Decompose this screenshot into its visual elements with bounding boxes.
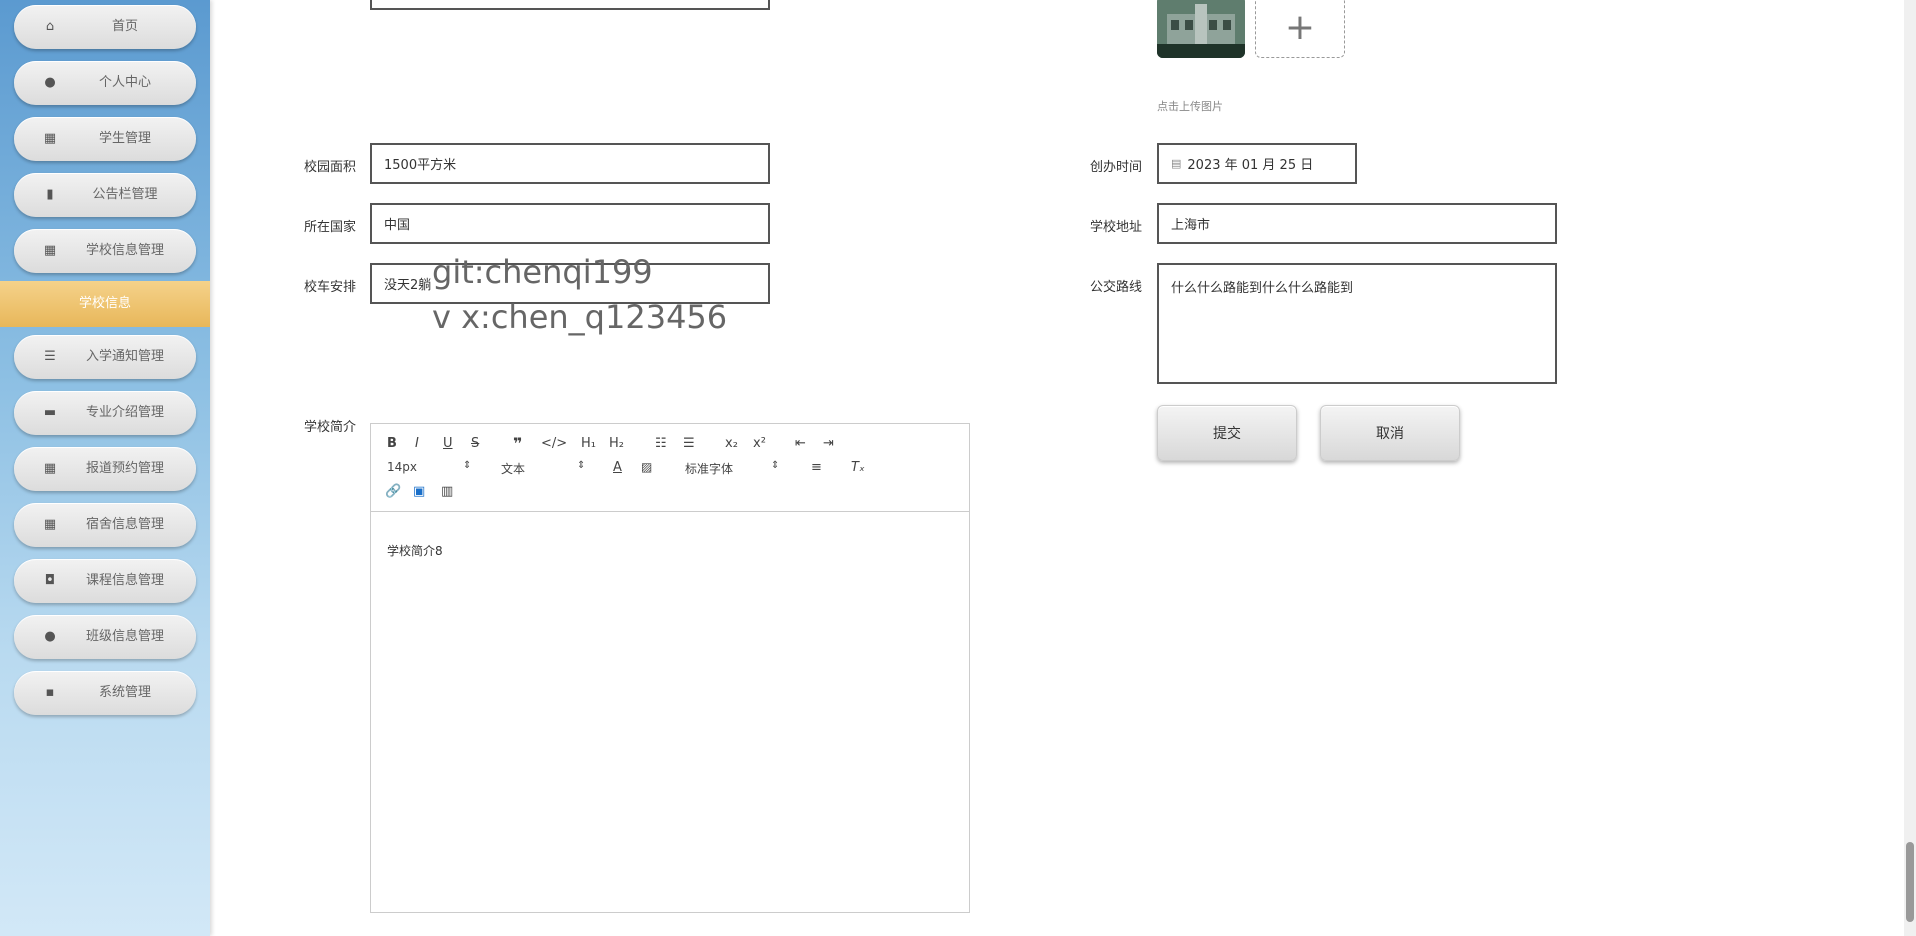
sidebar-subitem-school-info[interactable]: 学校信息 <box>0 281 210 327</box>
font-size-select[interactable]: 14px <box>387 460 417 474</box>
quote-icon[interactable]: ❞ <box>513 434 522 453</box>
sidebar-item-dorms[interactable]: ▦ 宿舍信息管理 <box>14 503 196 547</box>
font-size-arrows-icon: ⇕ <box>463 460 472 471</box>
chat-icon: ▪ <box>45 685 55 700</box>
wallet-icon: ◘ <box>44 573 56 588</box>
subscript-icon[interactable]: x₂ <box>725 436 738 451</box>
scrollbar-thumb[interactable] <box>1906 842 1914 922</box>
country-value: 中国 <box>384 218 411 233</box>
book-icon: ▮ <box>46 187 54 202</box>
bulb-icon: ● <box>44 629 56 644</box>
sidebar-item-label: 公告栏管理 <box>92 187 158 202</box>
sidebar-item-students[interactable]: ▦ 学生管理 <box>14 117 196 161</box>
clear-format-icon[interactable]: Tₓ <box>851 460 865 475</box>
font-color-icon[interactable]: A <box>613 460 622 475</box>
sidebar-item-label: 课程信息管理 <box>85 573 164 588</box>
heading1-icon[interactable]: H₁ <box>581 436 596 451</box>
align-icon[interactable]: ≡ <box>811 460 822 475</box>
bus-value: 没天2躺 <box>384 278 432 293</box>
sidebar-item-classes[interactable]: ● 班级信息管理 <box>14 615 196 659</box>
sidebar-item-label: 专业介绍管理 <box>85 405 164 420</box>
sidebar: ⌂ 首页 ● 个人中心 ▦ 学生管理 ▮ 公告栏管理 ▦ 学校信息管理 学校信息… <box>0 0 210 936</box>
sidebar-item-label: 入学通知管理 <box>85 349 164 364</box>
italic-icon[interactable]: I <box>415 436 419 451</box>
area-value: 1500平方米 <box>384 158 457 173</box>
sidebar-item-label: 系统管理 <box>98 685 151 700</box>
school-image-thumbnail[interactable] <box>1157 0 1245 58</box>
watermark-line2: v x:chen_q123456 <box>432 298 728 336</box>
code-icon[interactable]: </> <box>541 436 567 451</box>
ordered-list-icon[interactable]: ☷ <box>655 436 667 451</box>
bus-label: 校车安排 <box>304 280 357 295</box>
list-icon: ☰ <box>44 349 56 364</box>
sidebar-item-label: 首页 <box>111 19 138 34</box>
route-textarea[interactable] <box>1157 263 1557 384</box>
cancel-button[interactable]: 取消 <box>1320 405 1460 461</box>
background-color-icon[interactable]: ▨ <box>641 460 652 474</box>
area-label: 校园面积 <box>304 160 357 175</box>
intro-editor[interactable]: B I U S ❞ </> H₁ H₂ ☷ ☰ x₂ x² ⇤ ⇥ 14px ⇕… <box>370 423 970 913</box>
text-style-arrows-icon: ⇕ <box>577 460 586 471</box>
sidebar-item-profile[interactable]: ● 个人中心 <box>14 61 196 105</box>
superscript-icon[interactable]: x² <box>753 436 766 451</box>
indent-icon[interactable]: ⇥ <box>823 436 834 451</box>
founded-value: 2023 年 01 月 25 日 <box>1187 158 1314 173</box>
intro-label: 学校简介 <box>304 420 357 435</box>
user-icon: ● <box>44 75 56 90</box>
font-family-select[interactable]: 标准字体 <box>685 460 733 477</box>
founded-label: 创办时间 <box>1090 160 1143 175</box>
address-input[interactable]: 上海市 <box>1157 203 1557 244</box>
strikethrough-icon[interactable]: S <box>471 436 479 451</box>
font-family-arrows-icon: ⇕ <box>771 460 780 471</box>
country-input[interactable]: 中国 <box>370 203 770 244</box>
grid-icon: ▦ <box>43 461 57 476</box>
grid-icon: ▦ <box>43 243 57 258</box>
outdent-icon[interactable]: ⇤ <box>795 436 806 451</box>
bold-icon[interactable]: B <box>387 436 397 451</box>
sidebar-item-label: 班级信息管理 <box>85 629 164 644</box>
home-icon: ⌂ <box>45 19 55 34</box>
video-icon[interactable]: ▥ <box>441 484 453 499</box>
briefcase-icon: ▬ <box>43 405 57 420</box>
underline-icon[interactable]: U <box>443 436 453 451</box>
grid-icon: ▦ <box>43 517 57 532</box>
link-icon[interactable]: 🔗 <box>385 484 401 499</box>
sidebar-item-label: 个人中心 <box>98 75 151 90</box>
route-textarea-input[interactable] <box>1171 265 1555 382</box>
sidebar-item-label: 宿舍信息管理 <box>85 517 164 532</box>
bullet-list-icon[interactable]: ☰ <box>683 436 695 451</box>
heading2-icon[interactable]: H₂ <box>609 436 624 451</box>
address-value: 上海市 <box>1171 218 1211 233</box>
sidebar-item-notices[interactable]: ▮ 公告栏管理 <box>14 173 196 217</box>
address-label: 学校地址 <box>1090 220 1143 235</box>
sidebar-item-courses[interactable]: ◘ 课程信息管理 <box>14 559 196 603</box>
upload-hint: 点击上传图片 <box>1157 100 1223 113</box>
plus-icon: + <box>1284 6 1316 48</box>
founded-date-input[interactable]: ▤ 2023 年 01 月 25 日 <box>1157 143 1357 184</box>
watermark-line1: git:chenqi199 <box>432 253 653 291</box>
sidebar-item-school-info[interactable]: ▦ 学校信息管理 <box>14 229 196 273</box>
sidebar-item-label: 学校信息管理 <box>85 243 164 258</box>
page-scrollbar[interactable] <box>1904 0 1916 936</box>
route-label: 公交路线 <box>1090 280 1143 295</box>
editor-toolbar: B I U S ❞ </> H₁ H₂ ☷ ☰ x₂ x² ⇤ ⇥ 14px ⇕… <box>371 424 969 512</box>
grid-icon: ▦ <box>43 131 57 146</box>
country-label: 所在国家 <box>304 220 357 235</box>
calendar-icon: ▤ <box>1171 157 1182 170</box>
top-field[interactable] <box>370 0 770 10</box>
sidebar-item-admission[interactable]: ☰ 入学通知管理 <box>14 335 196 379</box>
sidebar-item-label: 学生管理 <box>98 131 151 146</box>
editor-content[interactable]: 学校简介8 <box>387 542 443 559</box>
sidebar-item-label: 报道预约管理 <box>85 461 164 476</box>
upload-add-button[interactable]: + <box>1255 0 1345 58</box>
sidebar-item-reservations[interactable]: ▦ 报道预约管理 <box>14 447 196 491</box>
sidebar-item-system[interactable]: ▪ 系统管理 <box>14 671 196 715</box>
submit-button[interactable]: 提交 <box>1157 405 1297 461</box>
image-icon[interactable]: ▣ <box>413 484 425 499</box>
sidebar-item-home[interactable]: ⌂ 首页 <box>14 5 196 49</box>
building-image <box>1157 0 1245 58</box>
text-style-select[interactable]: 文本 <box>501 460 525 477</box>
area-input[interactable]: 1500平方米 <box>370 143 770 184</box>
sidebar-item-majors[interactable]: ▬ 专业介绍管理 <box>14 391 196 435</box>
